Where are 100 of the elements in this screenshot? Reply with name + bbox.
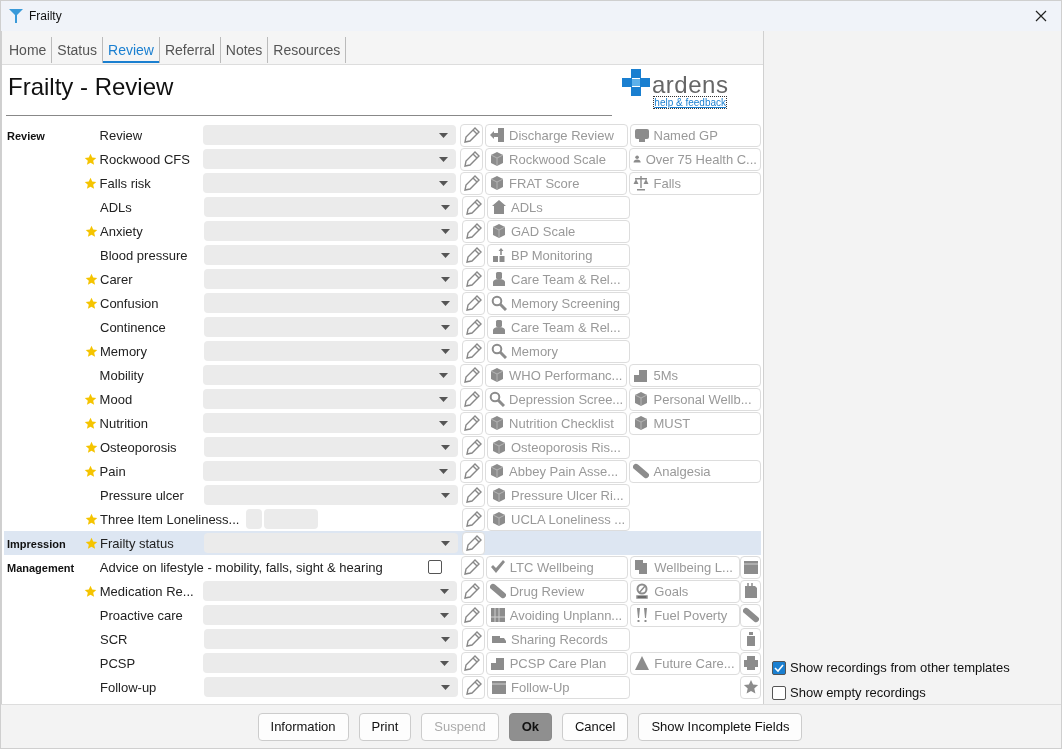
dialog-button[interactable]: Information [257,712,349,741]
edit-button[interactable] [462,675,485,699]
checkbox[interactable] [772,685,786,700]
dropdown-field[interactable] [203,605,457,625]
template-link-button[interactable]: Drug Review [485,579,629,603]
dropdown-field[interactable] [204,197,458,217]
edit-button[interactable] [460,171,484,195]
dialog-button[interactable]: Print [358,712,412,741]
edit-button[interactable] [460,387,484,411]
shortcut-button[interactable] [740,603,761,627]
shortcut-button[interactable] [740,627,761,651]
dropdown-field[interactable] [203,125,457,145]
template-link-button[interactable]: Falls [629,171,761,195]
template-link-button[interactable]: FRAT Score [485,171,628,195]
template-link-button[interactable]: Wellbeing L... [630,555,741,579]
edit-button[interactable] [462,531,485,555]
template-link-button[interactable]: WHO Performanc... [485,363,628,387]
edit-button[interactable] [460,603,484,627]
template-link-button[interactable]: Fuel Poverty [630,603,741,627]
template-link-button[interactable]: Care Team & Rel... [487,315,630,339]
template-link-button[interactable]: Nutrition Checklist [485,411,628,435]
dropdown-field[interactable] [203,389,457,409]
template-link-button[interactable]: BP Monitoring [487,243,630,267]
dialog-button[interactable]: Show Incomplete Fields [638,712,803,741]
edit-button[interactable] [462,195,485,219]
edit-button[interactable] [462,267,485,291]
edit-button[interactable] [462,291,485,315]
template-link-button[interactable]: Avoiding Unplann... [485,603,629,627]
dropdown-field[interactable] [203,173,457,193]
tab[interactable]: Resources [268,37,347,63]
template-link-button[interactable]: Rockwood Scale [485,147,628,171]
dropdown-field[interactable] [204,533,458,553]
edit-button[interactable] [462,435,485,459]
help-link[interactable]: help & feedback [654,97,727,108]
dropdown-field[interactable] [203,581,457,601]
dropdown-field[interactable] [204,437,458,457]
checkbox[interactable] [427,560,442,574]
dropdown-field[interactable] [203,365,457,385]
template-link-button[interactable]: Memory [487,339,630,363]
edit-button[interactable] [460,651,484,675]
edit-button[interactable] [460,363,484,387]
template-link-button[interactable]: PCSP Care Plan [485,651,629,675]
template-link-button[interactable]: GAD Scale [487,219,630,243]
dialog-button[interactable]: Cancel [562,712,629,741]
edit-button[interactable] [460,123,484,147]
dropdown-field[interactable] [204,221,458,241]
dropdown-field[interactable] [204,341,458,361]
dropdown-field[interactable] [204,317,458,337]
tab[interactable]: Notes [220,37,269,63]
dropdown-field[interactable] [204,677,458,697]
template-link-button[interactable]: Osteoporosis Ris... [487,435,630,459]
option-checkbox[interactable]: Show empty recordings [772,685,1061,700]
dropdown-field[interactable] [204,245,458,265]
dropdown-field[interactable] [203,461,457,481]
dropdown-field[interactable] [204,293,458,313]
edit-button[interactable] [460,555,484,579]
template-link-button[interactable]: MUST [629,411,761,435]
template-link-button[interactable]: 5Ms [629,363,761,387]
edit-button[interactable] [460,579,484,603]
dropdown-field[interactable] [203,413,457,433]
edit-button[interactable] [462,219,485,243]
template-link-button[interactable]: Goals [630,579,741,603]
template-link-button[interactable]: Sharing Records [487,627,630,651]
template-link-button[interactable]: ADLs [487,195,630,219]
shortcut-button[interactable] [740,675,761,699]
template-link-button[interactable]: Future Care... [630,651,741,675]
edit-button[interactable] [460,459,484,483]
template-link-button[interactable]: Pressure Ulcer Ri... [487,483,630,507]
template-link-button[interactable]: Memory Screening [487,291,630,315]
tab[interactable]: Status [52,37,104,63]
dropdown-field[interactable] [203,653,457,673]
template-link-button[interactable]: Depression Scree... [485,387,628,411]
template-link-button[interactable]: Over 75 Health C... [629,147,761,171]
template-link-button[interactable]: Discharge Review [485,123,628,147]
selected-row[interactable]: Impression Frailty status [4,531,761,555]
template-link-button[interactable]: Abbey Pain Asse... [485,459,628,483]
option-checkbox[interactable]: Show recordings from other templates [772,660,1061,675]
dropdown-field[interactable] [204,629,458,649]
dialog-button[interactable]: Ok [508,712,552,741]
edit-button[interactable] [460,147,484,171]
dropdown-field[interactable] [204,485,458,505]
tab[interactable]: Home [4,37,53,63]
edit-button[interactable] [462,507,485,531]
tab[interactable]: Referral [159,37,221,63]
shortcut-button[interactable] [740,555,761,579]
shortcut-button[interactable] [740,651,761,675]
dropdown-field[interactable] [203,149,457,169]
shortcut-button[interactable] [740,579,761,603]
template-link-button[interactable]: LTC Wellbeing [485,555,629,579]
template-link-button[interactable]: Personal Wellb... [629,387,761,411]
edit-button[interactable] [462,315,485,339]
tab[interactable]: Review [103,37,160,63]
edit-button[interactable] [462,483,485,507]
template-link-button[interactable]: Analgesia [629,459,761,483]
edit-button[interactable] [462,243,485,267]
edit-button[interactable] [462,627,485,651]
template-link-button[interactable]: Care Team & Rel... [487,267,630,291]
template-link-button[interactable]: Named GP [629,123,761,147]
edit-button[interactable] [460,411,484,435]
template-link-button[interactable]: UCLA Loneliness ... [487,507,630,531]
